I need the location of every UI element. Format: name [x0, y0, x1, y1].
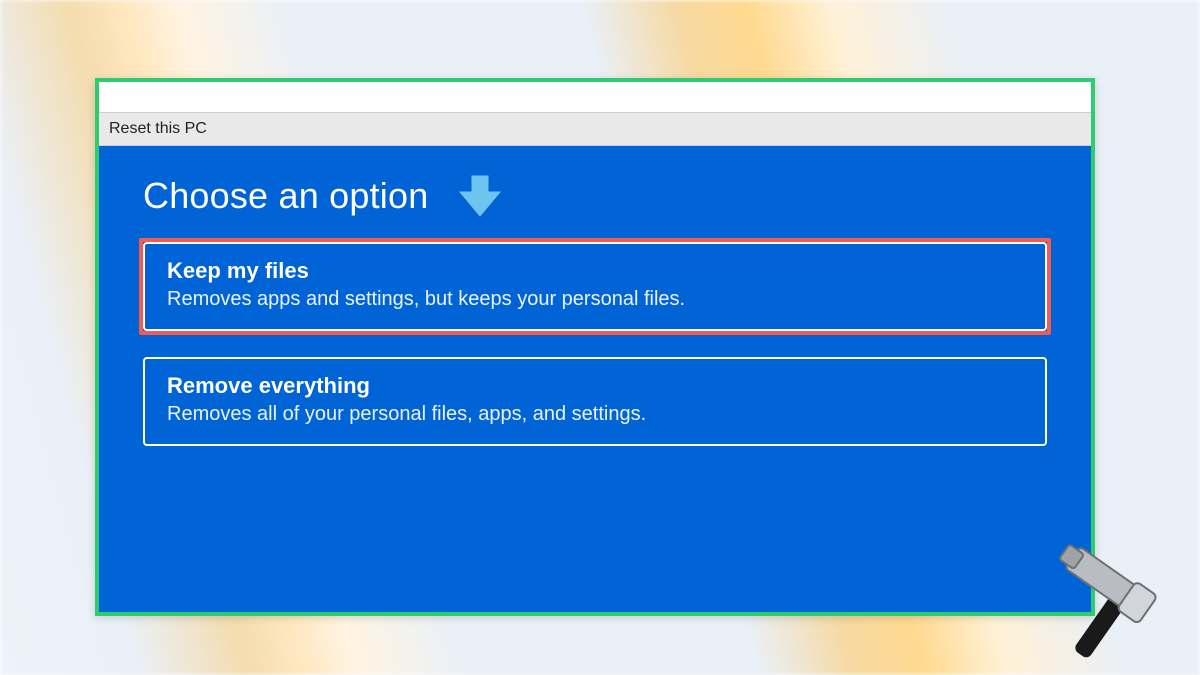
screenshot-frame: Reset this PC Choose an option Keep my f… — [95, 78, 1095, 616]
option-keep-my-files[interactable]: Keep my files Removes apps and settings,… — [143, 242, 1047, 331]
option-title: Keep my files — [167, 258, 1023, 284]
option-desc: Removes all of your personal files, apps… — [167, 403, 1023, 426]
option-title: Remove everything — [167, 373, 1023, 399]
page-heading: Choose an option — [143, 174, 1047, 218]
option-desc: Removes apps and settings, but keeps you… — [167, 288, 1023, 311]
window-title: Reset this PC — [109, 120, 207, 138]
window-chrome-top — [99, 82, 1091, 113]
page-heading-text: Choose an option — [143, 175, 428, 217]
highlight-box: Keep my files Removes apps and settings,… — [139, 238, 1051, 335]
window-titlebar: Reset this PC — [99, 113, 1091, 146]
reset-pc-panel: Choose an option Keep my files Removes a… — [99, 146, 1091, 612]
option-remove-everything[interactable]: Remove everything Removes all of your pe… — [143, 357, 1047, 446]
arrow-down-icon — [456, 174, 504, 218]
option-list: Keep my files Removes apps and settings,… — [143, 242, 1047, 446]
